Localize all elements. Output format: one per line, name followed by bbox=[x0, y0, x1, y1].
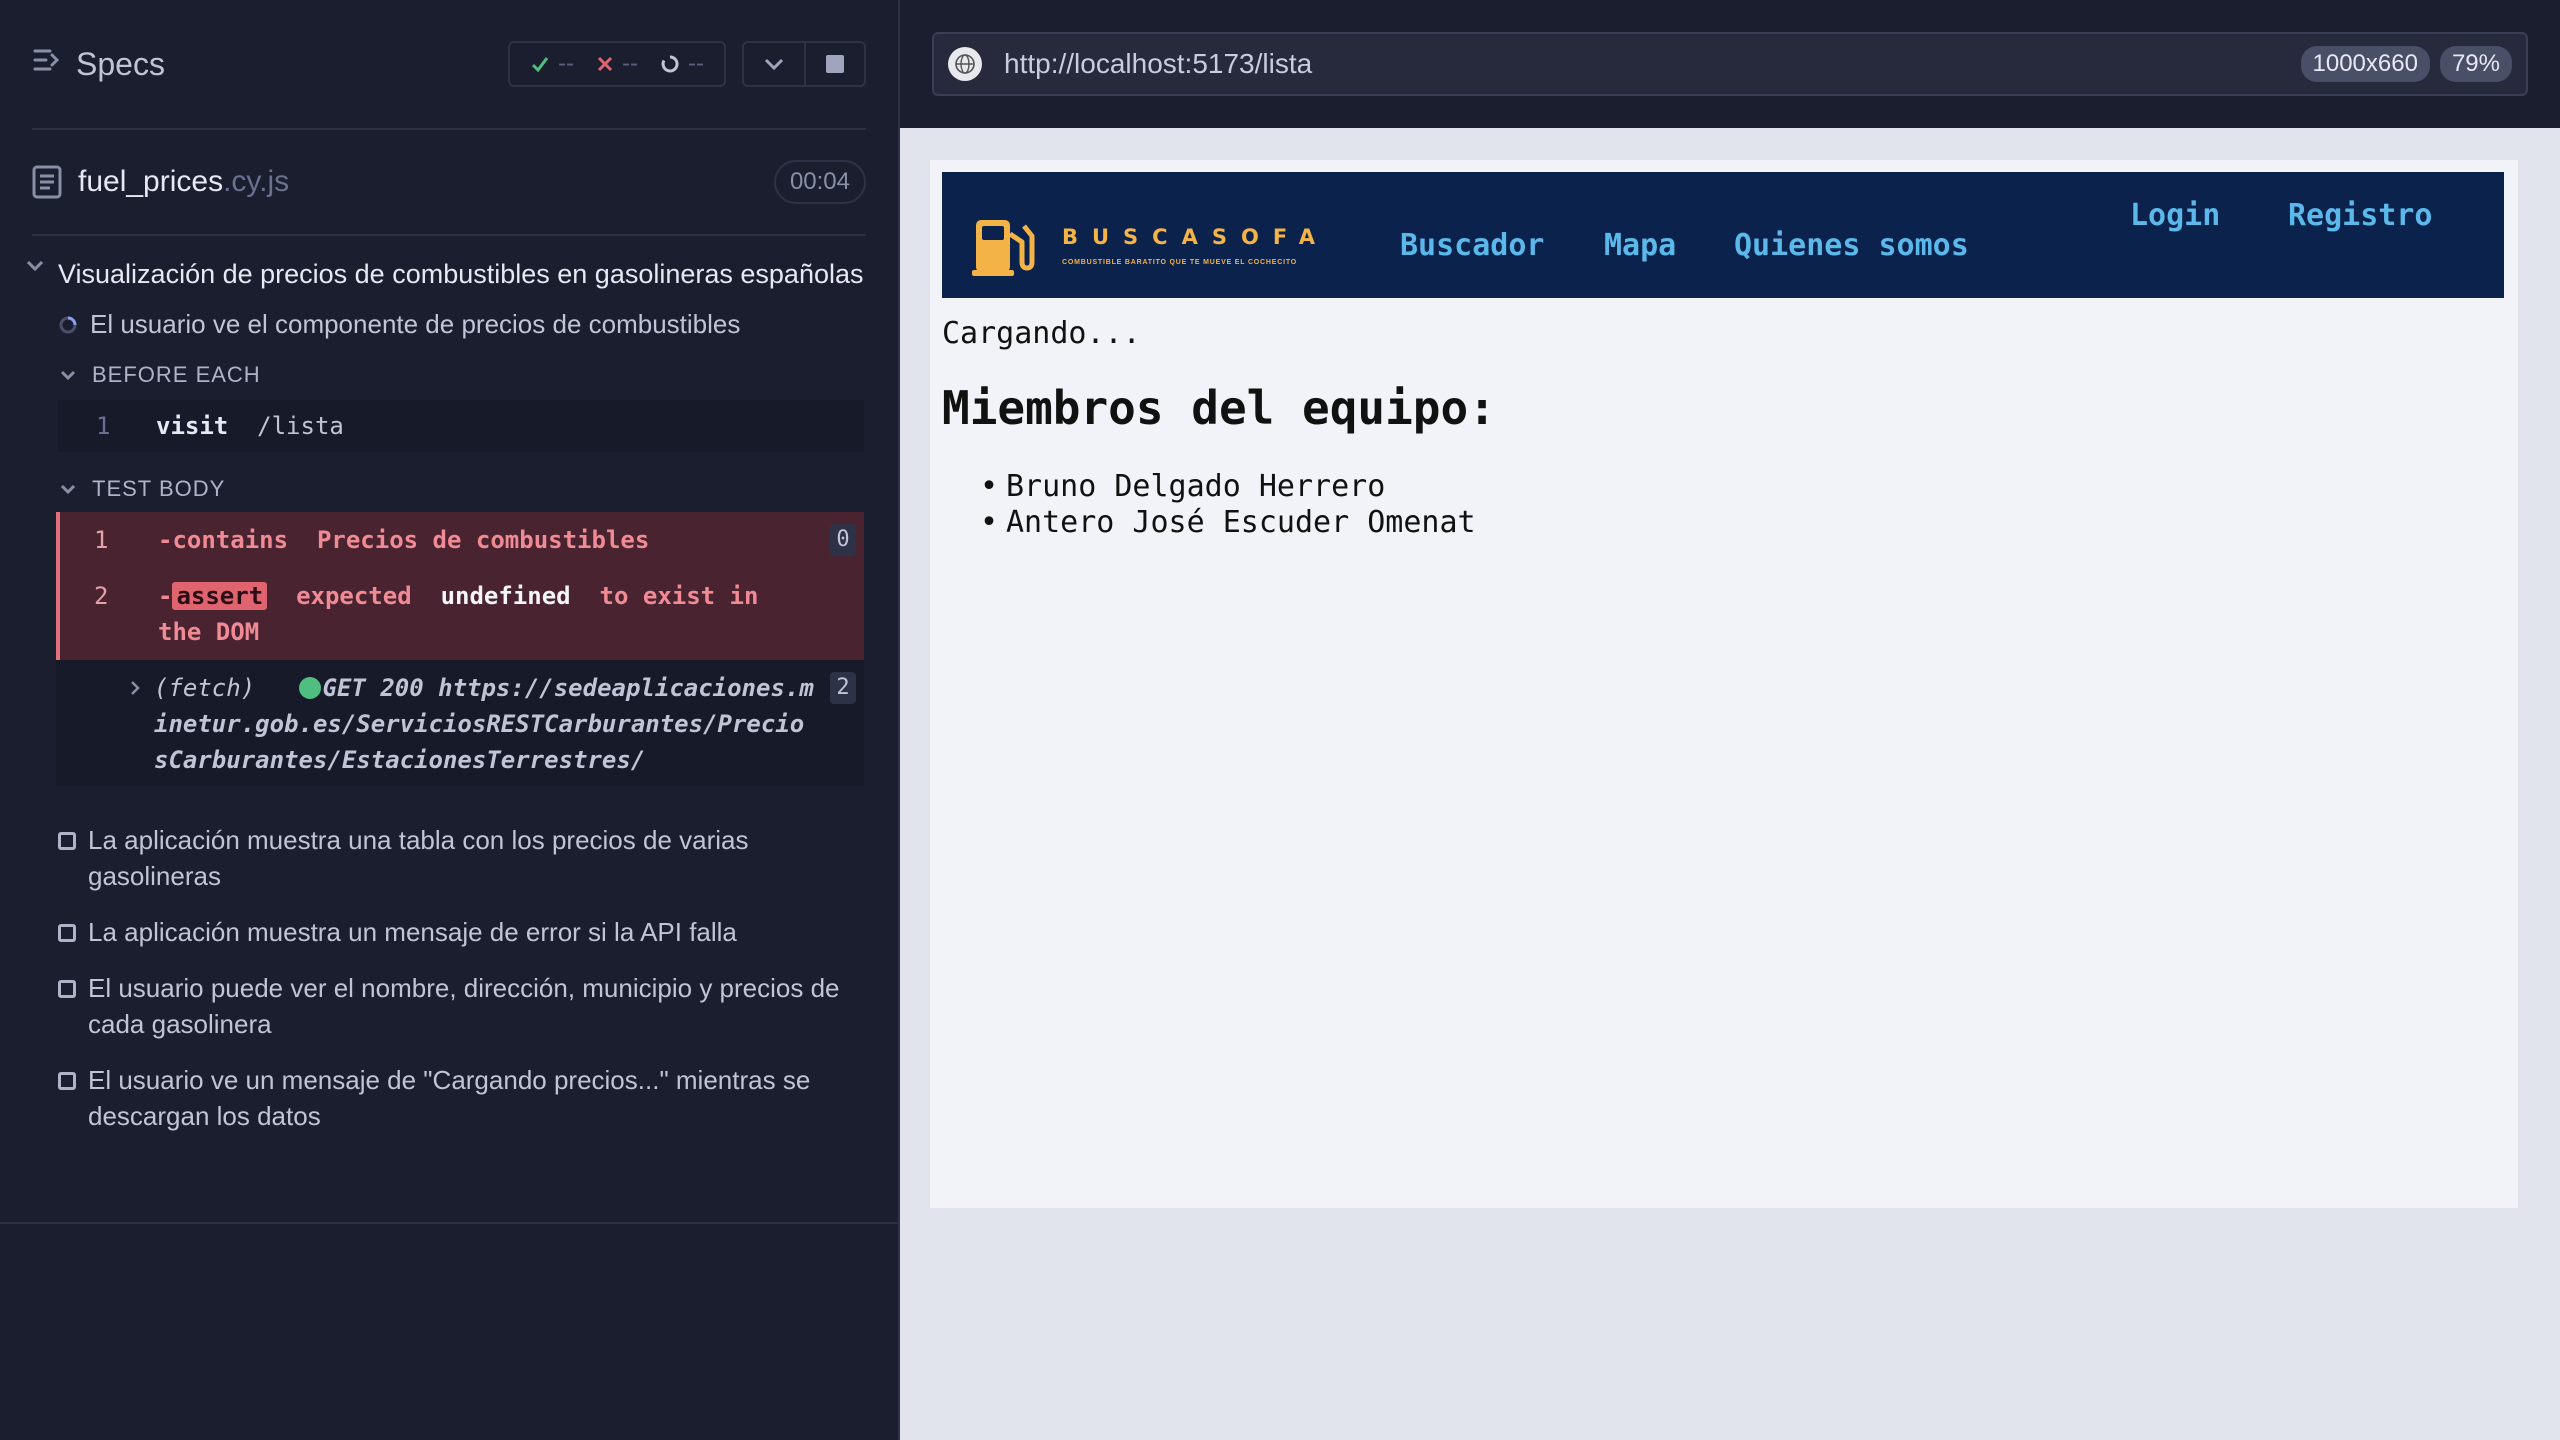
command-body: -contains Precios de combustibles bbox=[122, 522, 864, 558]
command-body: - assert expected undefined to exist in t… bbox=[158, 582, 759, 646]
nav-quienes-somos-link[interactable]: Quienes somos bbox=[1734, 228, 1969, 263]
spec-file-row: fuel_prices.cy.js 00:04 bbox=[32, 130, 866, 236]
zoom-level[interactable]: 79% bbox=[2439, 46, 2512, 82]
before-each-hook[interactable]: BEFORE EACH bbox=[60, 362, 898, 388]
nav-registro-link[interactable]: Registro bbox=[2288, 198, 2433, 233]
app-content: Cargando... Miembros del equipo: Bruno D… bbox=[942, 316, 1496, 541]
reporter-panel: Specs -- -- -- fuel_prices.cy.js 00:04 V… bbox=[0, 0, 900, 1440]
run-controls bbox=[742, 41, 866, 87]
pending-stat: -- bbox=[660, 50, 704, 78]
viewport-size[interactable]: 1000x660 bbox=[2300, 46, 2430, 82]
command-row[interactable]: 1 -contains Precios de combustibles 0 bbox=[56, 512, 864, 572]
pending-test-title: El usuario ve un mensaje de "Cargando pr… bbox=[88, 1065, 811, 1131]
suite-title-row[interactable]: Visualización de precios de combustibles… bbox=[0, 236, 898, 293]
pending-checkbox-icon bbox=[58, 924, 76, 942]
specs-label: Specs bbox=[76, 45, 165, 82]
test-body-commands: 1 -contains Precios de combustibles 0 2 … bbox=[56, 512, 864, 786]
stop-icon bbox=[826, 55, 844, 73]
collapse-button[interactable] bbox=[744, 43, 804, 85]
pending-test-title: La aplicación muestra una tabla con los … bbox=[88, 825, 749, 891]
check-icon bbox=[531, 57, 549, 73]
specs-button[interactable]: Specs bbox=[32, 45, 165, 83]
running-spinner-icon bbox=[59, 316, 77, 333]
pending-checkbox-icon bbox=[58, 832, 76, 850]
pending-test-row[interactable]: La aplicación muestra un mensaje de erro… bbox=[58, 914, 858, 950]
chevron-down-icon bbox=[60, 370, 76, 380]
reporter-divider bbox=[0, 1222, 898, 1224]
failed-count: -- bbox=[622, 50, 639, 77]
specs-list-icon bbox=[32, 45, 62, 83]
before-each-commands: 1 visit /lista bbox=[58, 400, 864, 452]
pending-count: -- bbox=[688, 50, 704, 77]
spinner-icon bbox=[661, 55, 679, 73]
pending-test-row[interactable]: La aplicación muestra una tabla con los … bbox=[58, 822, 858, 894]
nav-buscador-link[interactable]: Buscador bbox=[1400, 228, 1545, 263]
assert-pill: assert bbox=[172, 582, 268, 610]
status-dot bbox=[298, 677, 321, 699]
command-arg: /lista bbox=[257, 412, 344, 440]
logo-subtitle: COMBUSTIBLE BARATITO QUE TE MUEVE EL COC… bbox=[1062, 258, 1298, 266]
document-icon bbox=[32, 165, 62, 199]
list-item: Bruno Delgado Herrero bbox=[942, 469, 1496, 505]
test-stats: -- -- -- bbox=[508, 41, 726, 87]
pending-tests: La aplicación muestra una tabla con los … bbox=[0, 822, 898, 1134]
x-icon bbox=[597, 56, 613, 72]
command-number: 2 bbox=[94, 582, 109, 610]
spec-file-name[interactable]: fuel_prices.cy.js bbox=[78, 165, 289, 199]
chevron-down-icon bbox=[60, 484, 76, 494]
globe-icon bbox=[948, 47, 982, 81]
pending-test-row[interactable]: El usuario puede ver el nombre, direcció… bbox=[58, 970, 858, 1042]
loading-text: Cargando... bbox=[942, 316, 1141, 351]
pending-checkbox-icon bbox=[58, 1072, 76, 1090]
aut-url[interactable]: http://localhost:5173/lista bbox=[1004, 48, 1312, 80]
app-navbar: BUSCASOFA COMBUSTIBLE BARATITO QUE TE MU… bbox=[942, 172, 2504, 298]
test-body-label: TEST BODY bbox=[92, 476, 226, 501]
fetch-count-badge: 2 bbox=[830, 672, 856, 704]
suite-title: Visualización de precios de combustibles… bbox=[58, 259, 864, 289]
command-number: 1 bbox=[94, 526, 109, 554]
command-arg: Precios de combustibles bbox=[316, 526, 650, 554]
passed-count: -- bbox=[558, 50, 575, 77]
stop-button[interactable] bbox=[804, 43, 864, 85]
chevron-down-icon bbox=[764, 58, 784, 71]
assert-command-row[interactable]: 2 - assert expected undefined to exist in… bbox=[56, 572, 864, 660]
spec-duration: 00:04 bbox=[773, 160, 866, 204]
pending-checkbox-icon bbox=[58, 980, 76, 998]
test-body-hook[interactable]: TEST BODY bbox=[60, 476, 898, 502]
fetch-log-row[interactable]: (fetch) GET 200 https://sedeaplicaciones… bbox=[56, 660, 864, 786]
failed-stat: -- bbox=[596, 50, 638, 78]
command-body: visit /lista bbox=[120, 408, 864, 444]
pending-test-row[interactable]: El usuario ve un mensaje de "Cargando pr… bbox=[58, 1062, 858, 1134]
pending-test-title: La aplicación muestra un mensaje de erro… bbox=[88, 917, 737, 947]
element-count-badge: 0 bbox=[830, 524, 856, 556]
running-test-title: El usuario ve el componente de precios d… bbox=[90, 309, 741, 339]
app-logo[interactable]: BUSCASOFA COMBUSTIBLE BARATITO QUE TE MU… bbox=[972, 212, 1329, 278]
app-iframe: BUSCASOFA COMBUSTIBLE BARATITO QUE TE MU… bbox=[930, 160, 2518, 1208]
reporter-header: Specs -- -- -- bbox=[32, 0, 866, 130]
team-members-list: Bruno Delgado Herrero Antero José Escude… bbox=[942, 469, 1496, 541]
command-number: 1 bbox=[96, 412, 111, 440]
pending-test-title: El usuario puede ver el nombre, direcció… bbox=[88, 973, 840, 1039]
command-row[interactable]: 1 visit /lista bbox=[58, 400, 864, 452]
team-heading: Miembros del equipo: bbox=[942, 381, 1496, 435]
aut-panel: http://localhost:5173/lista 1000x660 79%… bbox=[900, 0, 2560, 1440]
aut-header: http://localhost:5173/lista 1000x660 79% bbox=[900, 0, 2560, 128]
nav-mapa-link[interactable]: Mapa bbox=[1604, 228, 1676, 263]
passed-stat: -- bbox=[530, 50, 574, 78]
logo-text: BUSCASOFA COMBUSTIBLE BARATITO QUE TE MU… bbox=[1062, 225, 1329, 266]
expand-chevron bbox=[56, 670, 154, 706]
running-test-row[interactable]: El usuario ve el componente de precios d… bbox=[58, 309, 898, 340]
url-bar[interactable]: http://localhost:5173/lista 1000x660 79% bbox=[932, 32, 2528, 96]
fetch-body: (fetch) GET 200 https://sedeaplicaciones… bbox=[154, 674, 814, 774]
fuel-pump-icon bbox=[972, 220, 1035, 276]
chevron-right-icon bbox=[131, 681, 140, 695]
command-name: -contains bbox=[158, 526, 289, 554]
nav-login-link[interactable]: Login bbox=[2130, 198, 2220, 233]
list-item: Antero José Escuder Omenat bbox=[942, 505, 1496, 541]
logo-title: BUSCASOFA bbox=[1062, 224, 1330, 249]
before-each-label: BEFORE EACH bbox=[92, 362, 261, 387]
command-name: visit bbox=[156, 412, 229, 440]
